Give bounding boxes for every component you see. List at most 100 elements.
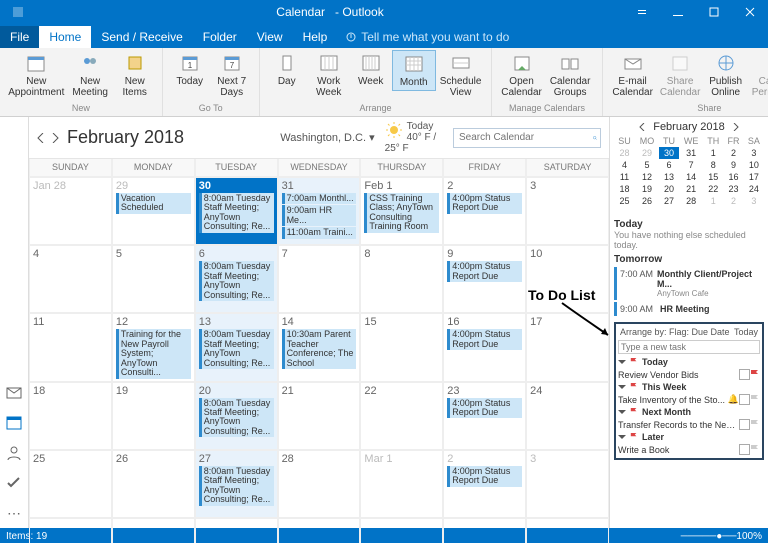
ribbon-options-icon[interactable] <box>624 0 660 24</box>
weather-location[interactable]: Washington, D.C. ▾ <box>280 131 374 144</box>
calendar-event[interactable]: Training for the New Payroll System; Any… <box>116 329 191 378</box>
calendar-cell[interactable] <box>526 518 609 543</box>
tab-send-receive[interactable]: Send / Receive <box>91 26 192 48</box>
calendar-cell[interactable]: 278:00am Tuesday Staff Meeting; AnyTown … <box>195 450 278 518</box>
calendar-event[interactable]: 8:00am Tuesday Staff Meeting; AnyTown Co… <box>199 261 274 301</box>
mini-day[interactable]: 23 <box>723 183 743 195</box>
calendar-event[interactable]: 8:00am Tuesday Staff Meeting; AnyTown Co… <box>199 329 274 369</box>
mail-icon[interactable] <box>6 385 22 401</box>
tab-view[interactable]: View <box>247 26 293 48</box>
today-button[interactable]: 1Today <box>169 50 211 89</box>
calendar-cell[interactable]: Mar 1 <box>360 450 443 518</box>
mini-day[interactable]: 28 <box>679 195 703 207</box>
mini-day[interactable]: 14 <box>679 171 703 183</box>
calendar-cell[interactable]: Feb 1CSS Training Class; AnyTown Consult… <box>360 177 443 245</box>
new-appointment-button[interactable]: New Appointment <box>6 50 67 100</box>
task-checkbox[interactable] <box>739 419 750 430</box>
work-week-button[interactable]: Work Week <box>308 50 350 100</box>
mini-day[interactable]: 22 <box>703 183 723 195</box>
week-view-button[interactable]: Week <box>350 50 392 89</box>
calendar-cell[interactable]: 19 <box>112 382 195 450</box>
mini-day[interactable]: 10 <box>744 159 764 171</box>
calendar-cell[interactable]: 208:00am Tuesday Staff Meeting; AnyTown … <box>195 382 278 450</box>
collapse-icon[interactable] <box>618 433 626 441</box>
mini-day[interactable]: 6 <box>659 159 679 171</box>
todo-group[interactable]: This Week <box>618 381 760 393</box>
task-checkbox[interactable] <box>739 369 750 380</box>
calendar-cell[interactable]: 8 <box>360 245 443 313</box>
calendar-cell[interactable]: 12Training for the New Payroll System; A… <box>112 313 195 381</box>
calendar-cell[interactable] <box>278 518 361 543</box>
mini-day[interactable]: 8 <box>703 159 723 171</box>
mini-day[interactable]: 1 <box>703 195 723 207</box>
calendar-cell[interactable]: 5 <box>112 245 195 313</box>
calendar-event[interactable]: 7:00am Monthl... <box>282 193 357 204</box>
mini-day[interactable]: 30 <box>659 147 679 159</box>
flag-icon[interactable] <box>750 445 760 455</box>
mini-day[interactable]: 7 <box>679 159 703 171</box>
mini-day[interactable]: 12 <box>635 171 659 183</box>
collapse-icon[interactable] <box>618 383 626 391</box>
new-meeting-button[interactable]: New Meeting <box>67 50 114 100</box>
todo-task[interactable]: Review Vendor Bids <box>618 368 760 381</box>
maximize-button[interactable] <box>696 0 732 24</box>
email-calendar-button[interactable]: E-mail Calendar <box>609 50 657 100</box>
month-view-button[interactable]: Month <box>392 50 436 91</box>
todo-group[interactable]: Later <box>618 431 760 443</box>
publish-online-button[interactable]: Publish Online <box>704 50 748 100</box>
mini-next-icon[interactable] <box>733 123 739 131</box>
schedule-view-button[interactable]: Schedule View <box>436 50 486 100</box>
calendar-cell[interactable]: 7 <box>278 245 361 313</box>
people-icon[interactable] <box>6 445 22 461</box>
calendar-event[interactable]: 4:00pm Status Report Due <box>447 261 522 282</box>
mini-day[interactable]: 1 <box>703 147 723 159</box>
calendar-cell[interactable]: 29Vacation Scheduled <box>112 177 195 245</box>
mini-day[interactable]: 26 <box>635 195 659 207</box>
flag-icon[interactable] <box>630 383 638 391</box>
calendar-event[interactable]: 9:00am HR Me... <box>282 205 357 226</box>
mini-day[interactable]: 5 <box>635 159 659 171</box>
mini-day[interactable]: 2 <box>723 195 743 207</box>
mini-day[interactable]: 3 <box>744 147 764 159</box>
flag-icon[interactable] <box>630 433 638 441</box>
calendar-event[interactable]: 8:00am Tuesday Staff Meeting; AnyTown Co… <box>199 398 274 438</box>
mini-day[interactable]: 17 <box>744 171 764 183</box>
calendar-cell[interactable]: 94:00pm Status Report Due <box>443 245 526 313</box>
mini-day[interactable]: 2 <box>723 147 743 159</box>
agenda-item[interactable]: 9:00 AMHR Meeting <box>614 302 764 316</box>
share-calendar-button[interactable]: Share Calendar <box>657 50 704 100</box>
mini-day[interactable]: 20 <box>659 183 679 195</box>
calendar-icon[interactable] <box>6 415 22 431</box>
calendar-cell[interactable]: 28 <box>278 450 361 518</box>
mini-day[interactable]: 25 <box>614 195 635 207</box>
calendar-cell[interactable]: 234:00pm Status Report Due <box>443 382 526 450</box>
zoom-slider[interactable]: ─────●── <box>681 531 737 542</box>
open-calendar-button[interactable]: Open Calendar <box>498 50 544 100</box>
calendar-cell[interactable]: 24 <box>526 382 609 450</box>
calendar-cell[interactable]: 317:00am Monthl...9:00am HR Me...11:00am… <box>278 177 361 245</box>
task-checkbox[interactable] <box>739 394 750 405</box>
nav-more[interactable]: ⋯ <box>7 505 21 522</box>
calendar-permissions-button[interactable]: Calendar Permissions <box>748 50 768 100</box>
flag-icon[interactable] <box>630 358 638 366</box>
mini-day[interactable]: 19 <box>635 183 659 195</box>
calendar-cell[interactable]: 11 <box>29 313 112 381</box>
flag-icon[interactable] <box>750 395 760 405</box>
calendar-cell[interactable] <box>112 518 195 543</box>
calendar-event[interactable]: 4:00pm Status Report Due <box>447 398 522 419</box>
calendar-cell[interactable] <box>443 518 526 543</box>
calendar-event[interactable]: Vacation Scheduled <box>116 193 191 214</box>
calendar-event[interactable]: 4:00pm Status Report Due <box>447 329 522 350</box>
quickaccess[interactable] <box>0 0 36 24</box>
mini-day[interactable]: 13 <box>659 171 679 183</box>
collapse-icon[interactable] <box>618 408 626 416</box>
calendar-event[interactable]: 8:00am Tuesday Staff Meeting; AnyTown Co… <box>199 193 274 233</box>
todo-group[interactable]: Next Month <box>618 406 760 418</box>
calendar-cell[interactable]: 3 <box>526 450 609 518</box>
calendar-cell[interactable]: 138:00am Tuesday Staff Meeting; AnyTown … <box>195 313 278 381</box>
calendar-groups-button[interactable]: Calendar Groups <box>545 50 596 100</box>
calendar-cell[interactable] <box>29 518 112 543</box>
tab-file[interactable]: File <box>0 26 39 48</box>
calendar-cell[interactable]: 21 <box>278 382 361 450</box>
calendar-cell[interactable]: 24:00pm Status Report Due <box>443 450 526 518</box>
